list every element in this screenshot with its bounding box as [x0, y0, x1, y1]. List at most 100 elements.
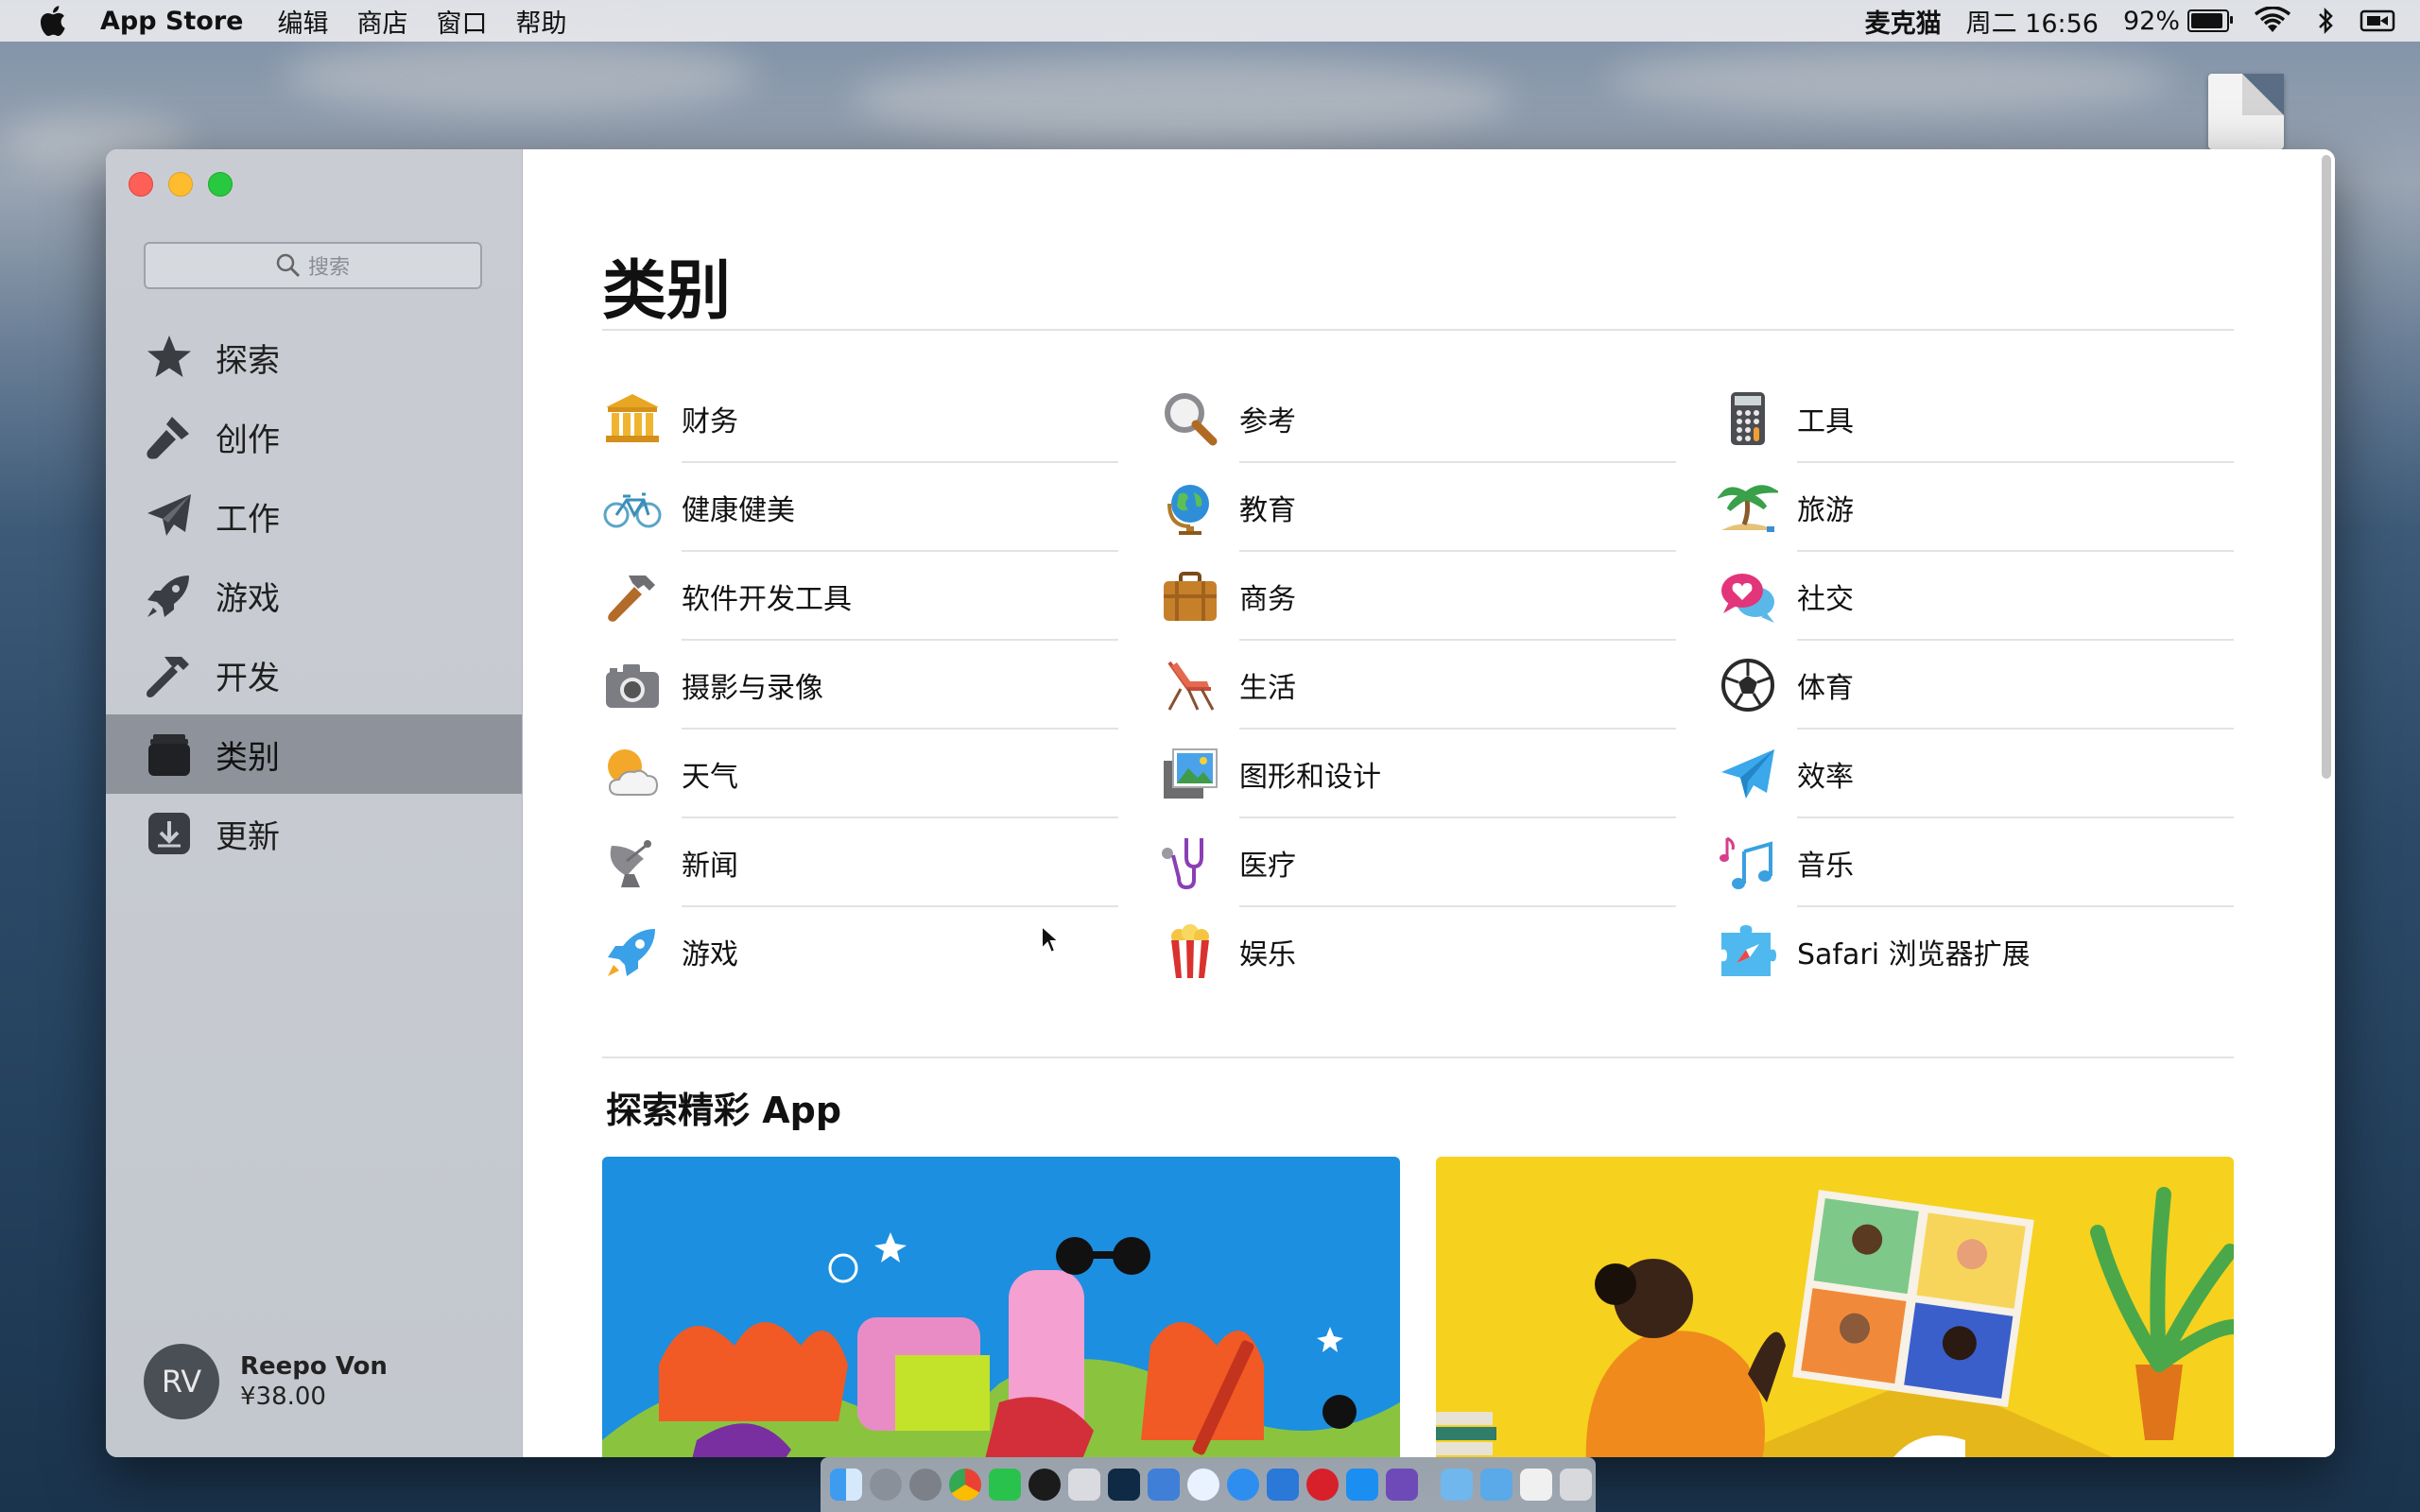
sidebar-item-label: 工作: [216, 500, 280, 539]
download-icon: [144, 808, 195, 859]
bank-icon: [602, 388, 663, 449]
app-store-icon[interactable]: [1346, 1469, 1378, 1501]
sidebar-item-play[interactable]: 游戏: [106, 556, 522, 635]
account-name: Reepo Von: [240, 1352, 388, 1381]
folder-icon[interactable]: [1441, 1469, 1473, 1501]
category-reference[interactable]: 参考: [1160, 374, 1676, 463]
illustration-celebration: [602, 1232, 1400, 1457]
sidebar-item-label: 更新: [216, 817, 280, 856]
trash-icon[interactable]: [1560, 1469, 1592, 1501]
featured-card-yellow[interactable]: [1436, 1157, 2234, 1457]
photoshop-icon[interactable]: [1108, 1469, 1140, 1501]
globe-icon: [1160, 477, 1220, 538]
sidebar-nav: 探索 创作 工作 游戏 开发 类别 更新: [106, 318, 522, 873]
battery-icon[interactable]: [2187, 9, 2233, 32]
window-controls: [129, 172, 248, 197]
puzzle-compass-icon: [1718, 921, 1778, 982]
screen-recording-icon[interactable]: [2360, 8, 2395, 34]
category-photo-video[interactable]: 摄影与录像: [602, 641, 1118, 730]
netease-music-icon[interactable]: [1306, 1469, 1339, 1501]
system-preferences-icon[interactable]: [909, 1469, 942, 1501]
paper-plane-icon: [144, 490, 195, 541]
category-lifestyle[interactable]: 生活: [1160, 641, 1676, 730]
bluetooth-icon[interactable]: [2316, 7, 2335, 35]
category-social-networking[interactable]: 社交: [1718, 552, 2234, 641]
sidebar-item-updates[interactable]: 更新: [106, 794, 522, 873]
rocket-icon: [602, 921, 663, 982]
category-education[interactable]: 教育: [1160, 463, 1676, 552]
featured-card-blue[interactable]: [602, 1157, 1400, 1457]
search-field[interactable]: 搜索: [144, 242, 482, 289]
category-productivity[interactable]: 效率: [1718, 730, 2234, 818]
category-safari-extensions[interactable]: Safari 浏览器扩展: [1718, 907, 2234, 996]
music-notes-icon: [1718, 833, 1778, 893]
toolbox-icon[interactable]: [1267, 1469, 1299, 1501]
section-title: 探索精彩 App: [606, 1090, 842, 1131]
finder-icon[interactable]: [830, 1469, 862, 1501]
category-finance[interactable]: 财务: [602, 374, 1118, 463]
menu-edit[interactable]: 编辑: [277, 3, 328, 40]
sidebar-item-label: 类别: [216, 738, 280, 777]
weather-icon: [602, 744, 663, 804]
menu-help[interactable]: 帮助: [515, 3, 566, 40]
calculator-icon: [1718, 388, 1778, 449]
mail-icon[interactable]: [1520, 1469, 1552, 1501]
page-title: 类别: [602, 254, 732, 329]
category-business[interactable]: 商务: [1160, 552, 1676, 641]
menu-clock[interactable]: 周二 16:56: [1966, 3, 2099, 40]
account-area[interactable]: RV Reepo Von ¥38.00: [144, 1344, 388, 1419]
downloads-folder-icon[interactable]: [1480, 1469, 1512, 1501]
category-health-fitness[interactable]: 健康健美: [602, 463, 1118, 552]
baidu-netdisk-icon[interactable]: [1187, 1469, 1219, 1501]
apple-logo-icon[interactable]: [38, 6, 66, 36]
chrome-icon[interactable]: [949, 1469, 981, 1501]
category-entertainment[interactable]: 娱乐: [1160, 907, 1676, 996]
menu-app-name[interactable]: App Store: [100, 7, 243, 36]
sidebar-item-categories[interactable]: 类别: [106, 714, 522, 794]
main-content: 类别 财务 健康健美 软件开发工具 摄影与录像 天气 新闻 游戏 参考 教育 商…: [523, 149, 2335, 1457]
qq-icon[interactable]: [1028, 1469, 1061, 1501]
account-balance: ¥38.00: [240, 1383, 326, 1411]
category-sports[interactable]: 体育: [1718, 641, 2234, 730]
launchpad-icon[interactable]: [870, 1469, 902, 1501]
menu-store[interactable]: 商店: [356, 3, 407, 40]
palette-app-icon[interactable]: [1386, 1469, 1418, 1501]
category-developer-tools[interactable]: 软件开发工具: [602, 552, 1118, 641]
sidebar: 搜索 探索 创作 工作 游戏 开发 类别 更新 RV Reepo Von ¥38…: [106, 149, 523, 1457]
category-travel[interactable]: 旅游: [1718, 463, 2234, 552]
sidebar-item-label: 创作: [216, 421, 280, 459]
satellite-dish-icon: [602, 833, 663, 893]
mouse-cursor-icon: [1041, 924, 1061, 954]
menu-window[interactable]: 窗口: [436, 3, 487, 40]
photos-icon: [1160, 744, 1220, 804]
illustration-video-call: [1436, 1187, 2234, 1457]
stack-icon: [144, 729, 195, 780]
category-music[interactable]: 音乐: [1718, 818, 2234, 907]
avatar[interactable]: RV: [144, 1344, 219, 1419]
desktop-file-icon[interactable]: [2208, 74, 2284, 149]
category-graphics-design[interactable]: 图形和设计: [1160, 730, 1676, 818]
sidebar-item-work[interactable]: 工作: [106, 476, 522, 556]
category-medical[interactable]: 医疗: [1160, 818, 1676, 907]
hammer-icon: [602, 566, 663, 627]
category-column: 财务 健康健美 软件开发工具 摄影与录像 天气 新闻 游戏: [602, 374, 1118, 996]
cloud-app-icon[interactable]: [1148, 1469, 1180, 1501]
close-button[interactable]: [129, 172, 153, 197]
menu-user[interactable]: 麦克猫: [1865, 3, 1942, 40]
stethoscope-icon: [1160, 833, 1220, 893]
sidebar-item-label: 探索: [216, 341, 280, 380]
scrollbar[interactable]: [2322, 155, 2331, 779]
sidebar-item-create[interactable]: 创作: [106, 397, 522, 476]
category-utilities[interactable]: 工具: [1718, 374, 2234, 463]
sidebar-item-discover[interactable]: 探索: [106, 318, 522, 397]
wifi-icon[interactable]: [2254, 7, 2291, 35]
wechat-icon[interactable]: [989, 1469, 1021, 1501]
chat-app-icon[interactable]: [1227, 1469, 1259, 1501]
zoom-button[interactable]: [208, 172, 233, 197]
category-news[interactable]: 新闻: [602, 818, 1118, 907]
sidebar-item-develop[interactable]: 开发: [106, 635, 522, 714]
preview-icon[interactable]: [1068, 1469, 1100, 1501]
minimize-button[interactable]: [168, 172, 193, 197]
battery-percent[interactable]: 92%: [2123, 7, 2180, 36]
category-weather[interactable]: 天气: [602, 730, 1118, 818]
